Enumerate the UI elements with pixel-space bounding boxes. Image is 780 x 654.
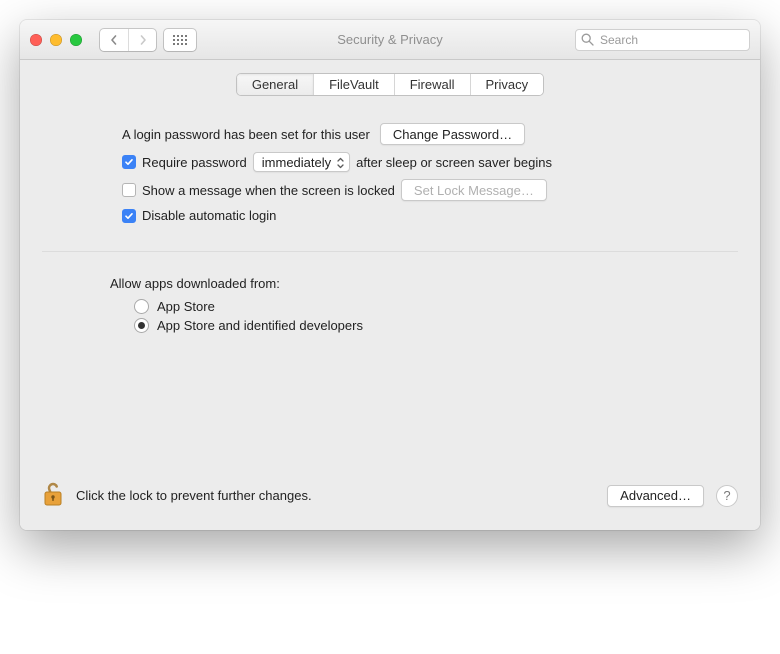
system-prefs-window: Security & Privacy General FileVault Fir… [20,20,760,530]
back-button[interactable] [100,29,128,51]
tab-general[interactable]: General [237,74,313,95]
gatekeeper-radio-identified[interactable] [134,318,149,333]
require-password-checkbox[interactable] [122,155,136,169]
tab-bar: General FileVault Firewall Privacy [20,60,760,109]
chevron-up-down-icon [336,156,345,170]
pane-footer: Click the lock to prevent further change… [20,467,760,530]
nav-back-forward [100,29,156,51]
general-panel: A login password has been set for this u… [42,109,738,445]
minimize-window-button[interactable] [50,34,62,46]
zoom-window-button[interactable] [70,34,82,46]
close-window-button[interactable] [30,34,42,46]
require-password-label-post: after sleep or screen saver begins [356,155,552,170]
search-input[interactable] [575,29,750,51]
search-icon [581,33,594,46]
tab-filevault[interactable]: FileVault [313,74,394,95]
search-field-wrap [575,29,750,51]
change-password-button[interactable]: Change Password… [380,123,525,145]
lock-icon[interactable] [42,481,64,510]
gatekeeper-label-appstore: App Store [157,299,215,314]
gatekeeper-radio-appstore[interactable] [134,299,149,314]
window-controls [30,34,82,46]
show-lock-message-checkbox[interactable] [122,183,136,197]
pane-body: General FileVault Firewall Privacy A log… [20,60,760,530]
tab-privacy[interactable]: Privacy [470,74,544,95]
set-lock-message-button: Set Lock Message… [401,179,547,201]
show-lock-message-label: Show a message when the screen is locked [142,183,395,198]
tab-firewall[interactable]: Firewall [394,74,470,95]
disable-auto-login-checkbox[interactable] [122,209,136,223]
require-password-label-pre: Require password [142,155,247,170]
gatekeeper-heading: Allow apps downloaded from: [110,276,704,291]
login-pw-intro: A login password has been set for this u… [122,127,370,142]
show-all-button[interactable] [164,29,196,51]
help-button[interactable]: ? [716,485,738,507]
forward-button[interactable] [128,29,156,51]
titlebar: Security & Privacy [20,20,760,60]
gatekeeper-label-identified: App Store and identified developers [157,318,363,333]
require-password-delay-value: immediately [262,155,331,170]
require-password-delay-popup[interactable]: immediately [253,152,350,172]
lock-text: Click the lock to prevent further change… [76,488,312,503]
disable-auto-login-label: Disable automatic login [142,208,276,223]
advanced-button[interactable]: Advanced… [607,485,704,507]
